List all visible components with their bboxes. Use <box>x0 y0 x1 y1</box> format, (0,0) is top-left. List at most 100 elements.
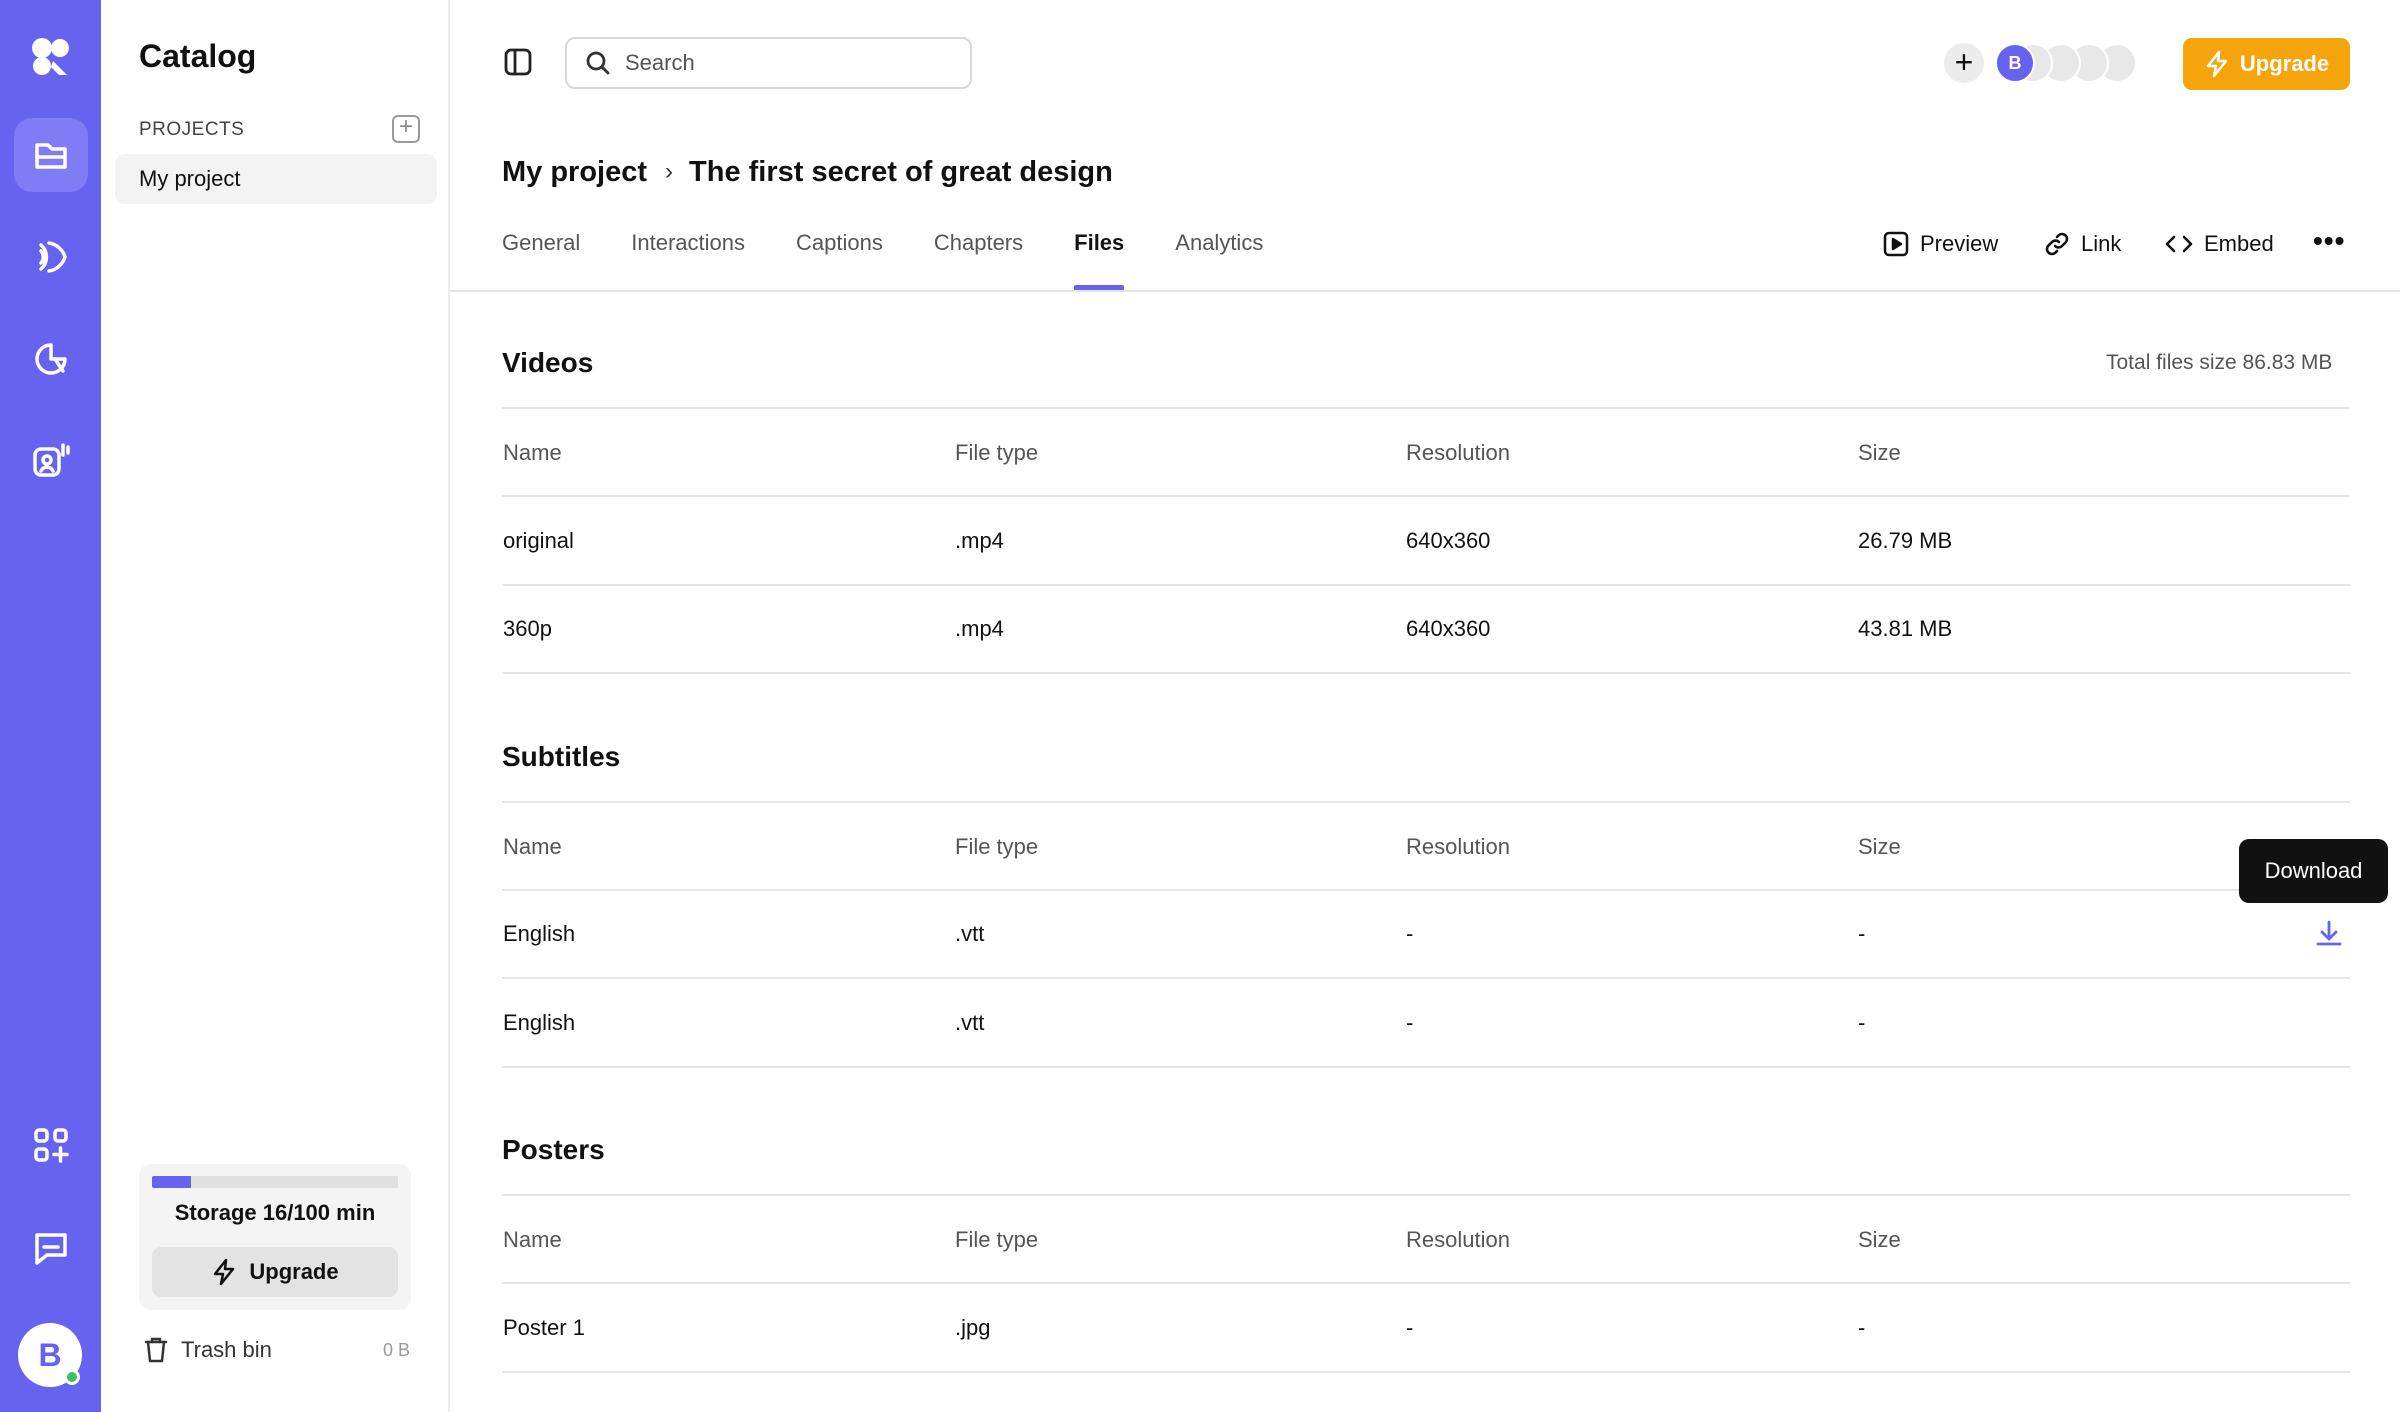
storage-card: Storage 16/100 min Upgrade <box>139 1164 411 1310</box>
divider <box>502 889 2350 891</box>
embed-label: Embed <box>2204 231 2274 256</box>
posters-section-title: Posters <box>502 1134 605 1165</box>
play-icon <box>1883 231 1909 257</box>
column-header: Size <box>1858 834 1901 859</box>
plus-icon[interactable]: + <box>1944 43 1984 83</box>
table-cell: .vtt <box>955 921 985 946</box>
column-header: File type <box>955 440 1039 465</box>
table-cell: original <box>503 528 574 553</box>
chevron-right-icon: › <box>665 158 674 185</box>
storage-upgrade-button[interactable]: Upgrade <box>152 1247 398 1297</box>
bolt-icon <box>214 1258 235 1286</box>
broadcast-icon[interactable] <box>14 220 88 294</box>
catalog-panel: Catalog PROJECTS + My project Storage 16… <box>101 0 450 1412</box>
column-header: Resolution <box>1406 1227 1510 1252</box>
preview-button[interactable]: Preview <box>1882 228 1998 260</box>
trash-bin-link[interactable]: Trash bin <box>143 1335 272 1365</box>
user-avatar[interactable]: B <box>18 1323 82 1387</box>
link-button[interactable]: Link <box>2043 228 2121 260</box>
tab-interactions[interactable]: Interactions <box>631 230 745 290</box>
table-cell: - <box>1406 921 1414 946</box>
search-icon <box>586 51 610 75</box>
folder-icon[interactable] <box>14 118 88 192</box>
table-cell: English <box>503 921 576 946</box>
link-icon <box>2045 232 2069 256</box>
table-cell: 640x360 <box>1406 616 1491 641</box>
header-divider <box>450 290 2400 292</box>
column-header: Resolution <box>1406 440 1510 465</box>
tab-bar: General Interactions Captions Chapters F… <box>502 230 1314 290</box>
add-project-button[interactable]: + <box>392 115 420 143</box>
tab-analytics[interactable]: Analytics <box>1175 230 1263 290</box>
table-cell: 360p <box>503 616 552 641</box>
videos-section-title: Videos <box>502 347 594 378</box>
divider <box>502 407 2350 409</box>
table-cell: - <box>1858 1010 1866 1035</box>
tab-files[interactable]: Files <box>1074 230 1125 290</box>
column-header: Size <box>1858 440 1901 465</box>
table-cell: .mp4 <box>955 616 1004 641</box>
app-rail: B <box>0 0 101 1412</box>
table-cell: .mp4 <box>955 528 1004 553</box>
projects-label: PROJECTS <box>139 119 245 140</box>
preview-label: Preview <box>1920 231 1999 256</box>
team-icon[interactable] <box>14 422 88 496</box>
catalog-title: Catalog <box>139 38 257 74</box>
search-input[interactable] <box>625 50 945 76</box>
search-box[interactable] <box>565 37 972 89</box>
divider <box>502 977 2350 979</box>
online-status-indicator <box>64 1369 80 1385</box>
breadcrumb: My project › The first secret of great d… <box>502 152 1113 192</box>
total-files-size: Total files size 86.83 MB <box>2106 351 2333 374</box>
divider <box>502 801 2350 803</box>
page-title: The first secret of great design <box>689 155 1113 188</box>
table-cell: .jpg <box>955 1315 991 1340</box>
column-header: Name <box>503 834 562 859</box>
storage-progress-fill <box>152 1176 192 1188</box>
column-header: Size <box>1858 1227 1901 1252</box>
subtitles-section-title: Subtitles <box>502 741 621 772</box>
table-cell: - <box>1858 921 1866 946</box>
link-label: Link <box>2081 231 2122 256</box>
upgrade-button[interactable]: Upgrade <box>2183 38 2350 90</box>
table-cell: 43.81 MB <box>1858 616 1953 641</box>
code-icon <box>2165 235 2193 253</box>
sidebar-toggle-icon[interactable] <box>502 46 534 78</box>
logo-icon[interactable] <box>14 20 88 94</box>
divider <box>502 584 2350 586</box>
divider <box>502 1194 2350 1196</box>
divider <box>502 672 2350 674</box>
collaborator-avatar-b[interactable]: B <box>1995 43 2035 83</box>
trash-bin-size: 0 B <box>383 1340 411 1360</box>
breadcrumb-project[interactable]: My project <box>502 156 647 189</box>
divider <box>502 1371 2350 1373</box>
chat-icon[interactable] <box>14 1210 88 1284</box>
download-icon[interactable] <box>2313 918 2345 950</box>
storage-text: Storage 16/100 min <box>174 1200 376 1225</box>
tab-general[interactable]: General <box>502 230 580 290</box>
column-header: Resolution <box>1406 834 1510 859</box>
analytics-icon[interactable] <box>14 322 88 396</box>
column-header: Name <box>503 440 562 465</box>
more-icon[interactable]: ••• <box>2313 225 2345 257</box>
download-tooltip: Download <box>2239 839 2388 903</box>
table-cell: 640x360 <box>1406 528 1491 553</box>
upgrade-label: Upgrade <box>2239 51 2330 76</box>
storage-upgrade-label: Upgrade <box>249 1259 339 1284</box>
divider <box>502 1282 2350 1284</box>
storage-progress <box>152 1176 398 1188</box>
column-header: Name <box>503 1227 562 1252</box>
sidebar-item-my-project[interactable]: My project <box>115 154 437 204</box>
trash-icon <box>144 1337 168 1363</box>
apps-icon[interactable] <box>14 1108 88 1182</box>
column-header: File type <box>955 834 1039 859</box>
table-cell: - <box>1406 1010 1414 1035</box>
tab-captions[interactable]: Captions <box>796 230 883 290</box>
divider <box>502 495 2350 497</box>
table-cell: English <box>503 1010 576 1035</box>
tab-chapters[interactable]: Chapters <box>934 230 1023 290</box>
embed-button[interactable]: Embed <box>2164 228 2274 260</box>
bolt-icon <box>2206 50 2228 78</box>
trash-bin-label: Trash bin <box>181 1337 272 1362</box>
column-header: File type <box>955 1227 1039 1252</box>
